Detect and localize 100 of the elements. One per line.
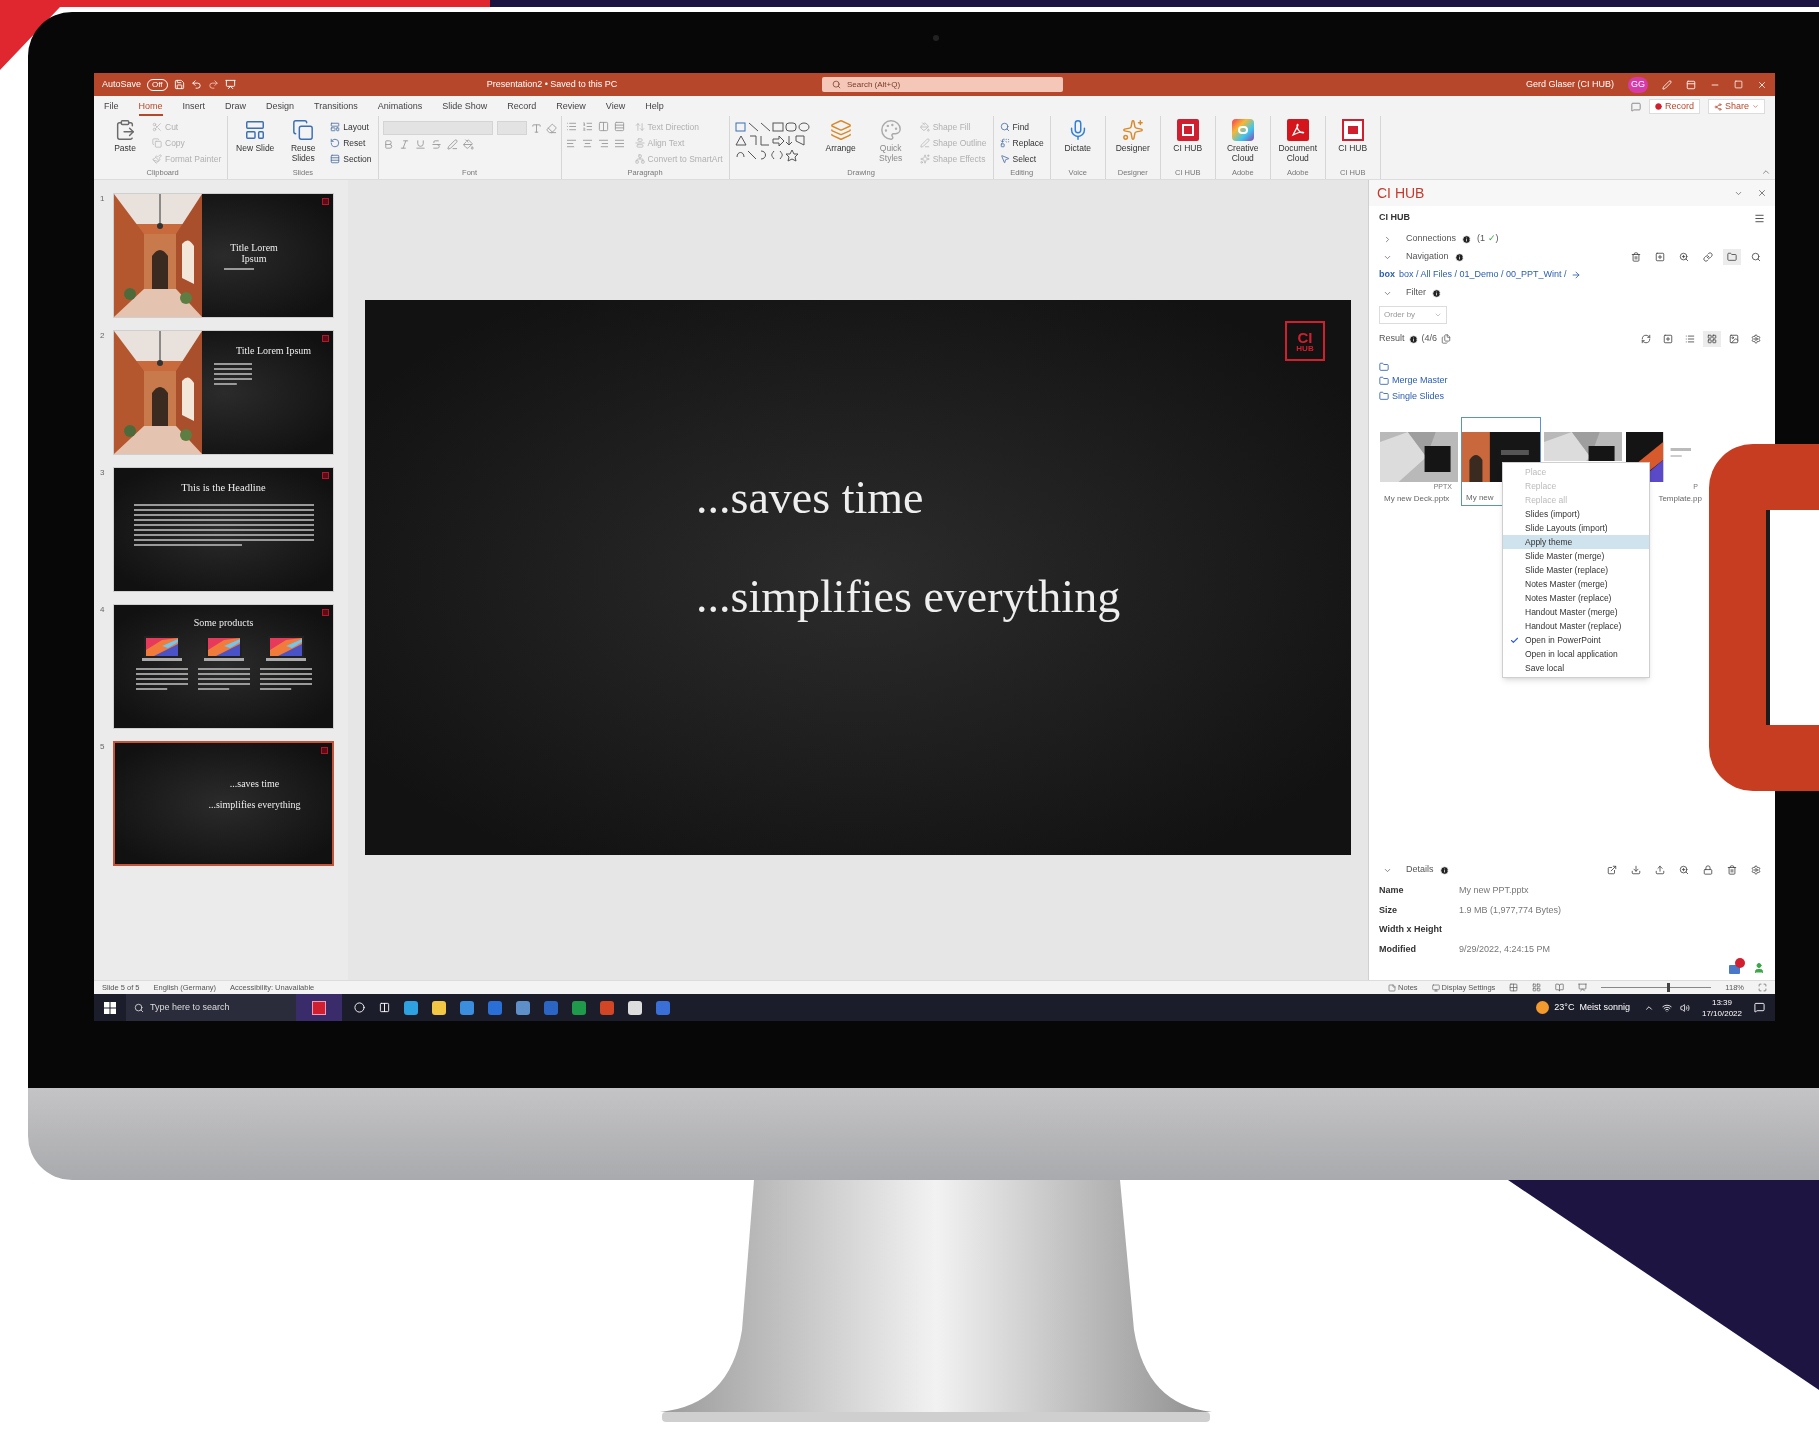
app-icon[interactable] [516,1000,530,1015]
section-label[interactable]: Details [1406,863,1434,877]
info-icon[interactable] [1439,865,1449,875]
clock-date[interactable]: 17/10/2022 [1701,1007,1742,1019]
user-avatar[interactable]: GG [1628,76,1648,93]
strikethrough-icon[interactable] [430,139,442,150]
ribbon-button[interactable]: Paste [102,119,148,166]
ribbon-tab[interactable]: Insert [182,99,206,116]
network-icon[interactable] [1661,1002,1672,1013]
info-icon[interactable] [1462,234,1472,244]
close-icon[interactable] [1757,188,1767,198]
numbered-list-icon[interactable] [581,121,593,132]
folder-item[interactable]: Merge Master [1379,374,1448,388]
menu-item[interactable]: Open in PowerPoint [1503,633,1649,647]
restore-icon[interactable] [1734,80,1743,89]
slide-text[interactable]: ...simplifies everything [696,569,1351,624]
slide-text[interactable]: ...saves time [696,470,1351,525]
ribbon-command[interactable]: Select [997,152,1046,166]
sorter-view-icon[interactable] [1532,983,1542,992]
zoom-thumb[interactable] [1667,983,1671,992]
search-field[interactable]: Search (Alt+Q) [822,77,1063,92]
bold-icon[interactable] [382,139,394,150]
menu-item[interactable]: Notes Master (replace) [1503,591,1649,605]
normal-view-icon[interactable] [1509,983,1519,992]
windows-icon[interactable] [104,1001,116,1014]
link-icon[interactable] [1703,252,1713,262]
ribbon-button[interactable]: New Slide [232,119,279,166]
arrow-right-icon[interactable] [1570,270,1581,280]
menu-icon[interactable] [1754,212,1765,224]
trash-icon[interactable] [1631,252,1641,262]
fit-icon[interactable] [1758,983,1767,992]
ribbon-tab[interactable]: Review [556,99,586,116]
ribbon-command[interactable]: Layout [328,120,374,134]
info-icon[interactable] [1432,288,1441,298]
section-label[interactable]: Filter [1406,286,1426,300]
align-right-icon[interactable] [597,138,609,149]
menu-item[interactable]: Open in local application [1503,647,1649,661]
section-label[interactable]: Connections [1406,232,1457,246]
add-icon[interactable] [1655,252,1665,262]
ribbon-tab[interactable]: Record [507,99,537,116]
zoom-in-icon[interactable] [1679,865,1689,875]
ribbon-button[interactable]: Dictate [1054,119,1101,153]
zoom-slider[interactable] [1601,982,1712,993]
grid-icon[interactable] [1707,334,1717,344]
align-justify-icon[interactable] [613,138,625,149]
ribbon-command[interactable]: Replace [997,136,1046,150]
upload-icon[interactable] [1655,865,1665,875]
ribbon-button[interactable]: Creative Cloud [1219,119,1266,163]
ribbon-button[interactable]: CI HUB [1329,119,1376,153]
add-icon[interactable] [1663,334,1673,344]
menu-item[interactable]: Slides (import) [1503,507,1649,521]
ribbon-tab[interactable]: Design [266,99,295,116]
rows-icon[interactable] [613,121,625,132]
slide-thumbnail[interactable]: Title Lorem Ipsum [113,193,334,318]
align-center-icon[interactable] [581,138,593,149]
info-icon[interactable] [1454,252,1464,262]
reading-view-icon[interactable] [1555,983,1565,992]
download-icon[interactable] [1631,865,1641,875]
ribbon-tab[interactable]: Animations [377,99,423,116]
settings-icon[interactable] [1751,334,1761,344]
ribbon-tab[interactable]: File [104,99,119,116]
folder-icon[interactable] [1727,252,1737,262]
app-icon[interactable] [432,1000,446,1015]
font-name-field[interactable] [382,121,493,135]
ribbon-button[interactable]: Arrange [817,119,864,166]
list-icon[interactable] [1685,334,1695,344]
trash-icon[interactable] [1727,865,1737,875]
close-icon[interactable] [1757,79,1767,90]
columns-icon[interactable] [597,121,609,132]
task-view-icon[interactable] [379,1002,390,1013]
slide-canvas[interactable]: ...saves time ...simplifies everything CI HUB [365,300,1351,855]
undo-icon[interactable] [190,79,202,90]
record-button[interactable]: Record [1648,99,1700,114]
clock-time[interactable]: 13:39 [1711,996,1732,1008]
ribbon-command[interactable]: Reset [328,136,374,150]
ribbon-tab[interactable]: Transitions [314,99,358,116]
menu-item[interactable]: Handout Master (replace) [1503,619,1649,633]
ribbon-button[interactable]: Reuse Slides [280,119,327,166]
ribbon-tab[interactable]: Draw [225,99,247,116]
app-icon[interactable] [628,1000,642,1015]
align-left-icon[interactable] [565,138,577,149]
section-label[interactable]: Navigation [1406,250,1449,264]
menu-item[interactable]: Notes Master (merge) [1503,577,1649,591]
slide-thumbnail[interactable]: Some products [113,604,334,729]
notification-center-icon[interactable] [1754,1002,1765,1013]
user-icon[interactable] [1753,962,1765,974]
redo-icon[interactable] [207,79,219,90]
ribbon-command[interactable]: Find [997,120,1046,134]
weather-text[interactable]: 23°C Meist sonnig [1554,1000,1630,1015]
chevron-right-icon[interactable] [1383,234,1392,244]
refresh-icon[interactable] [1641,334,1651,344]
eraser-icon[interactable] [545,122,557,134]
share-button[interactable]: Share [1707,99,1765,114]
comment-icon[interactable] [1630,101,1641,112]
ribbon-display-icon[interactable] [1686,79,1696,90]
ribbon-button[interactable]: Document Cloud [1274,119,1321,163]
external-link-icon[interactable] [1607,865,1617,875]
settings-icon[interactable] [1751,865,1761,875]
slide-thumbnail[interactable]: ...saves time ...simplifies everything [113,741,334,866]
ribbon-button[interactable]: CI HUB [1164,119,1211,153]
